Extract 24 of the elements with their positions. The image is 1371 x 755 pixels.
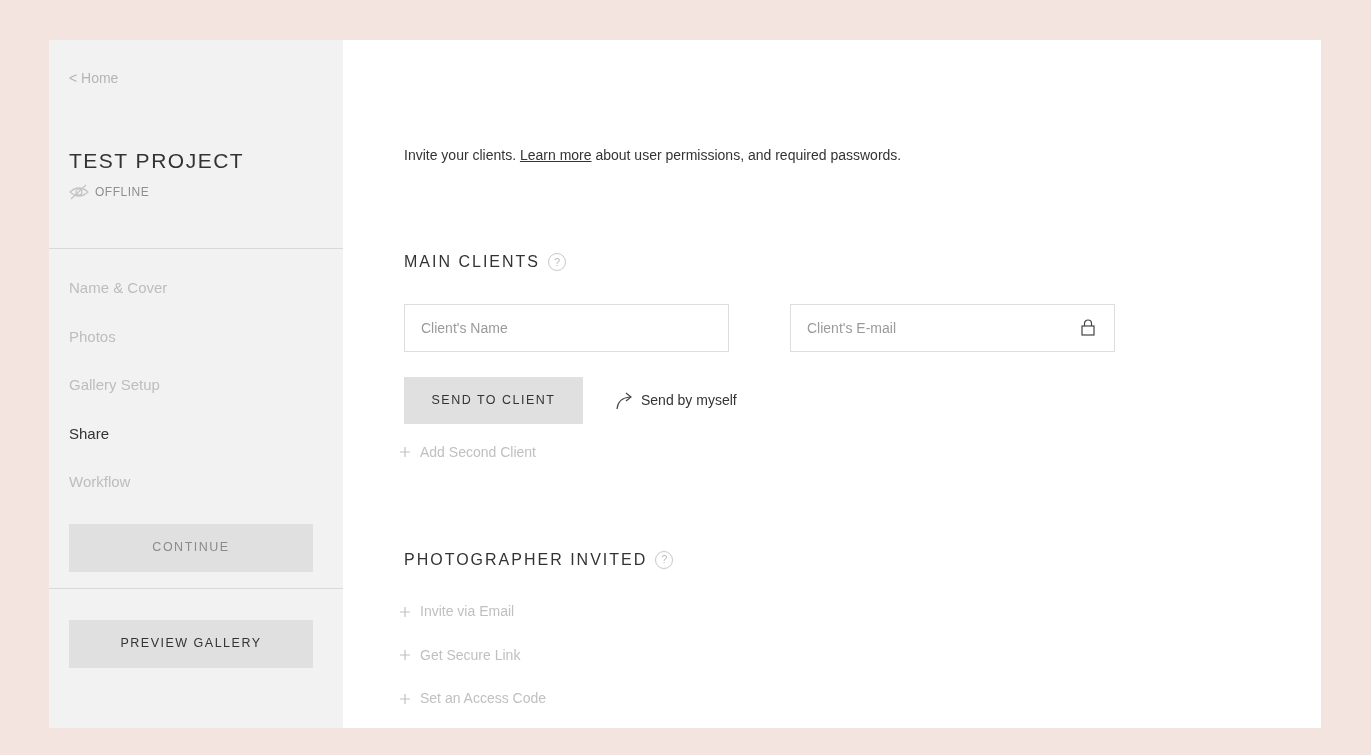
add-link[interactable]: Set an Access Code [400, 688, 547, 709]
hidden-eye-icon [69, 183, 89, 200]
plus-icon [400, 606, 410, 617]
add-link[interactable]: Invite via Email [400, 601, 515, 622]
section-heading: MAIN CLIENTS [404, 252, 540, 272]
intro-text: Invite your clients. Learn more about user permissions, and required passwords. [404, 146, 903, 165]
plus-icon [400, 693, 410, 704]
status-label: OFFLINE [95, 183, 150, 201]
send-to-client-button[interactable]: SEND TO CLIENT [404, 377, 583, 424]
home-link[interactable]: < Home [69, 40, 119, 89]
client-email-field[interactable]: Client's E-mail [790, 304, 1115, 352]
share-arrow-icon [615, 391, 633, 410]
project-title: TEST PROJECT [69, 147, 246, 173]
add-link[interactable]: Get Secure Link [400, 644, 521, 666]
nav-item[interactable]: Share [69, 423, 110, 444]
preview-gallery-button[interactable]: PREVIEW GALLERY [69, 619, 313, 668]
add-link[interactable]: Add Second Client [400, 441, 536, 463]
section-heading: PHOTOGRAPHER INVITED [404, 549, 648, 570]
plus-icon [400, 447, 410, 457]
learn-more-link[interactable]: Learn more [519, 147, 592, 163]
plus-icon [400, 650, 410, 660]
send-by-myself-link[interactable]: Send by myself [615, 390, 737, 411]
client-name-field[interactable]: Client's Name [404, 304, 729, 352]
lock-icon [1081, 319, 1095, 336]
